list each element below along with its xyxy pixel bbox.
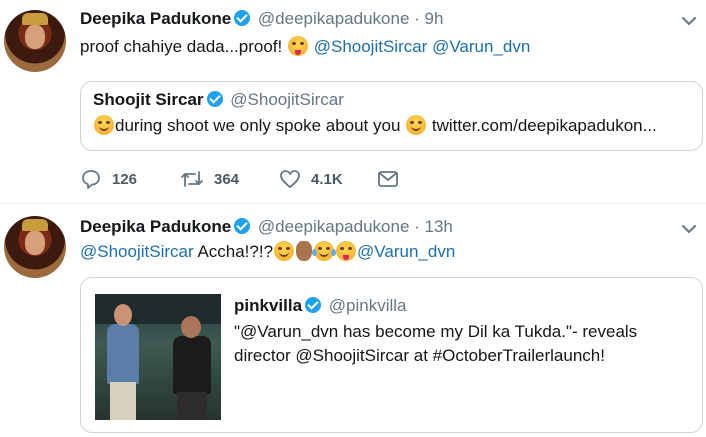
mention-link[interactable]: @Varun_dvn <box>432 37 530 56</box>
heart-icon <box>280 170 300 188</box>
author-handle[interactable]: @deepikapadukone <box>258 9 410 28</box>
thinking-face-emoji-icon <box>274 241 295 261</box>
retweet-icon <box>181 171 203 187</box>
author-name[interactable]: Deepika Padukone <box>80 217 231 236</box>
like-button[interactable]: 4.1K <box>279 168 343 190</box>
envelope-icon <box>378 171 398 187</box>
media-person <box>173 336 211 394</box>
tweet-header: Deepika Padukone @deepikapadukone · 13h <box>80 217 453 237</box>
verified-badge-icon <box>206 91 223 107</box>
quoted-text-plain: during shoot we only spoke about you <box>115 116 401 135</box>
chevron-down-icon[interactable] <box>680 12 698 30</box>
winking-tongue-emoji-icon <box>287 36 308 56</box>
quoted-media-image[interactable] <box>95 294 221 420</box>
raised-hand-emoji-icon <box>296 241 313 261</box>
tweet-text-plain: proof chahiye dada...proof! <box>80 37 283 56</box>
smiling-face-emoji-icon <box>406 115 427 135</box>
tweet-text: proof chahiye dada...proof! @ShoojitSirc… <box>80 36 530 57</box>
chevron-down-icon[interactable] <box>680 220 698 238</box>
quoted-tweet[interactable]: pinkvilla @pinkvilla "@Varun_dvn has bec… <box>80 277 703 433</box>
reply-button[interactable]: 126 <box>80 168 137 190</box>
media-person <box>181 316 201 338</box>
avatar[interactable] <box>4 216 66 278</box>
tweet-header: Deepika Padukone @deepikapadukone · 9h <box>80 9 443 29</box>
tweet[interactable]: Deepika Padukone @deepikapadukone · 13h … <box>0 204 706 437</box>
quoted-author-name: pinkvilla <box>234 296 303 315</box>
media-person <box>110 382 136 420</box>
author-handle[interactable]: @deepikapadukone <box>258 217 410 236</box>
quoted-text: "@Varun_dvn has become my Dil ka Tukda."… <box>234 320 637 368</box>
quoted-text: during shoot we only spoke about you twi… <box>93 114 657 138</box>
smiling-face-emoji-icon <box>94 115 114 135</box>
avatar[interactable] <box>4 10 66 72</box>
tweet-text: @ShoojitSircar Accha!?!? @Varun_dvn <box>80 241 455 262</box>
quoted-text-line: director @ShoojitSircar at #OctoberTrail… <box>234 346 605 365</box>
quoted-author-name: Shoojit Sircar <box>93 90 204 109</box>
reply-icon <box>82 170 100 189</box>
quoted-header: pinkvilla @pinkvilla <box>234 296 407 316</box>
quoted-header: Shoojit Sircar @ShoojitSircar <box>93 90 344 110</box>
media-person <box>177 392 207 420</box>
media-person <box>114 304 132 326</box>
avatar-crown <box>22 219 48 231</box>
media-person <box>107 324 139 384</box>
avatar-face <box>25 25 45 49</box>
avatar-crown <box>22 13 48 25</box>
mention-link[interactable]: @Varun_dvn <box>357 242 455 261</box>
direct-message-button[interactable] <box>377 168 399 190</box>
verified-badge-icon <box>234 10 251 26</box>
retweet-button[interactable]: 364 <box>180 168 239 190</box>
verified-badge-icon <box>234 218 251 234</box>
author-name[interactable]: Deepika Padukone <box>80 9 231 28</box>
quoted-text-line: "@Varun_dvn has become my Dil ka Tukda."… <box>234 322 638 341</box>
tweet[interactable]: Deepika Padukone @deepikapadukone · 9h p… <box>0 0 706 204</box>
reply-count: 126 <box>112 170 138 188</box>
tweet-time[interactable]: · 9h <box>414 9 443 28</box>
avatar-face <box>25 231 45 255</box>
tweet-text-plain: Accha!?!? <box>197 242 274 261</box>
quoted-link[interactable]: twitter.com/deepikapadukon... <box>432 116 657 135</box>
verified-badge-icon <box>305 297 322 313</box>
quoted-tweet[interactable]: Shoojit Sircar @ShoojitSircar during sho… <box>80 81 703 151</box>
mention-link[interactable]: @ShoojitSircar <box>80 242 194 261</box>
tweet-time[interactable]: · 13h <box>414 217 453 236</box>
winking-tongue-emoji-icon <box>336 241 357 261</box>
tears-of-joy-emoji-icon <box>312 241 337 261</box>
retweet-count: 364 <box>214 170 240 188</box>
like-count: 4.1K <box>311 170 343 188</box>
mention-link[interactable]: @ShoojitSircar <box>314 37 428 56</box>
quoted-author-handle: @ShoojitSircar <box>230 90 344 109</box>
quoted-author-handle: @pinkvilla <box>328 296 407 315</box>
